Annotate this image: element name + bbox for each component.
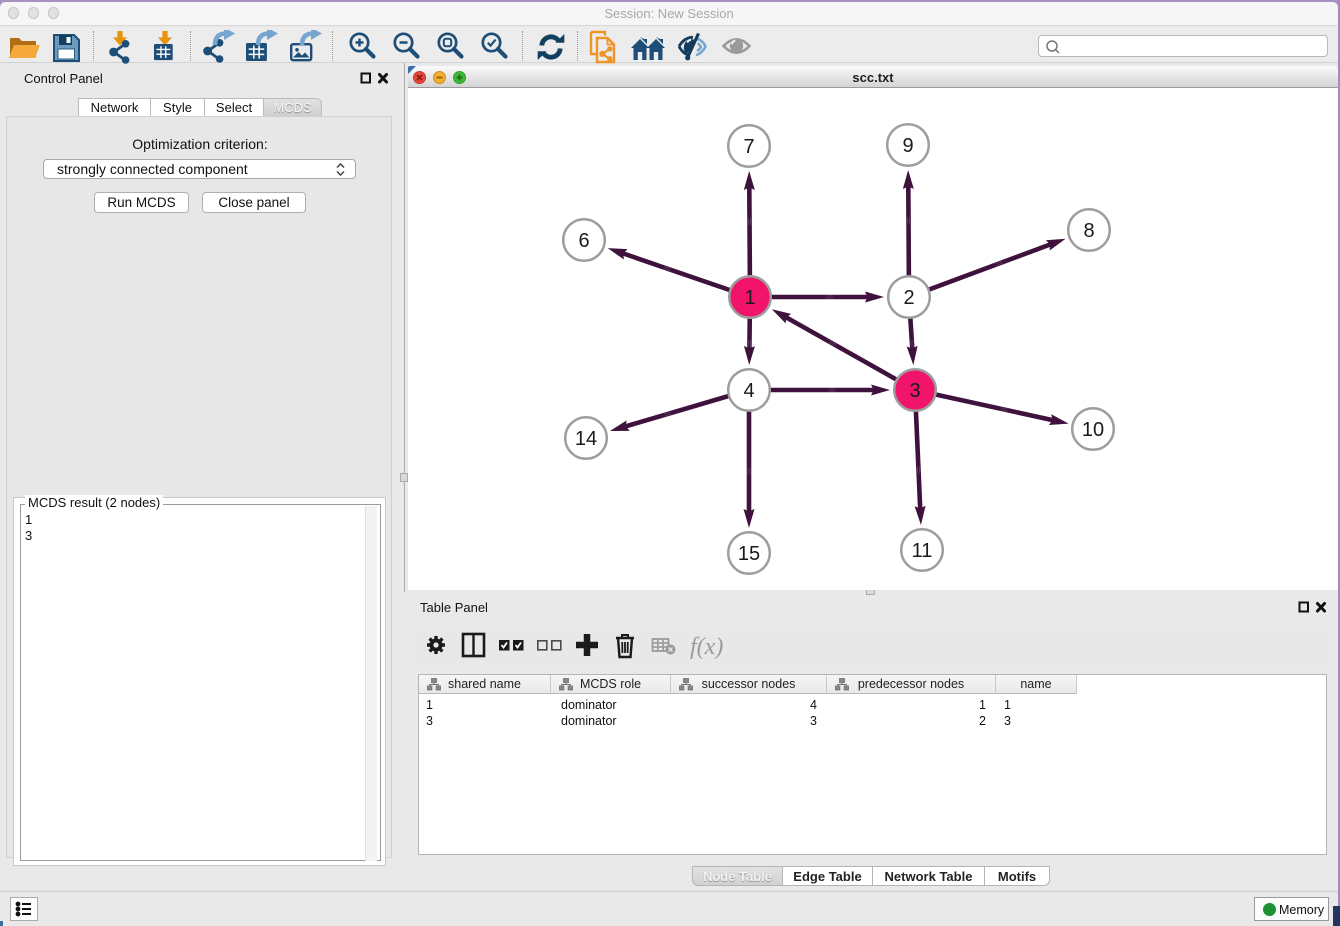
svg-text:4: 4 bbox=[743, 380, 754, 402]
svg-text:9: 9 bbox=[902, 135, 913, 157]
svg-text:6: 6 bbox=[578, 230, 589, 252]
svg-text:11: 11 bbox=[912, 540, 933, 562]
svg-text:3: 3 bbox=[909, 380, 920, 402]
svg-text:8: 8 bbox=[1083, 220, 1094, 242]
svg-text:15: 15 bbox=[738, 543, 760, 565]
svg-text:2: 2 bbox=[903, 287, 914, 309]
svg-text:14: 14 bbox=[575, 428, 597, 450]
svg-text:10: 10 bbox=[1082, 419, 1104, 441]
svg-text:f(x): f(x) bbox=[690, 634, 723, 660]
svg-text:1: 1 bbox=[744, 287, 755, 309]
svg-text:7: 7 bbox=[743, 136, 754, 158]
